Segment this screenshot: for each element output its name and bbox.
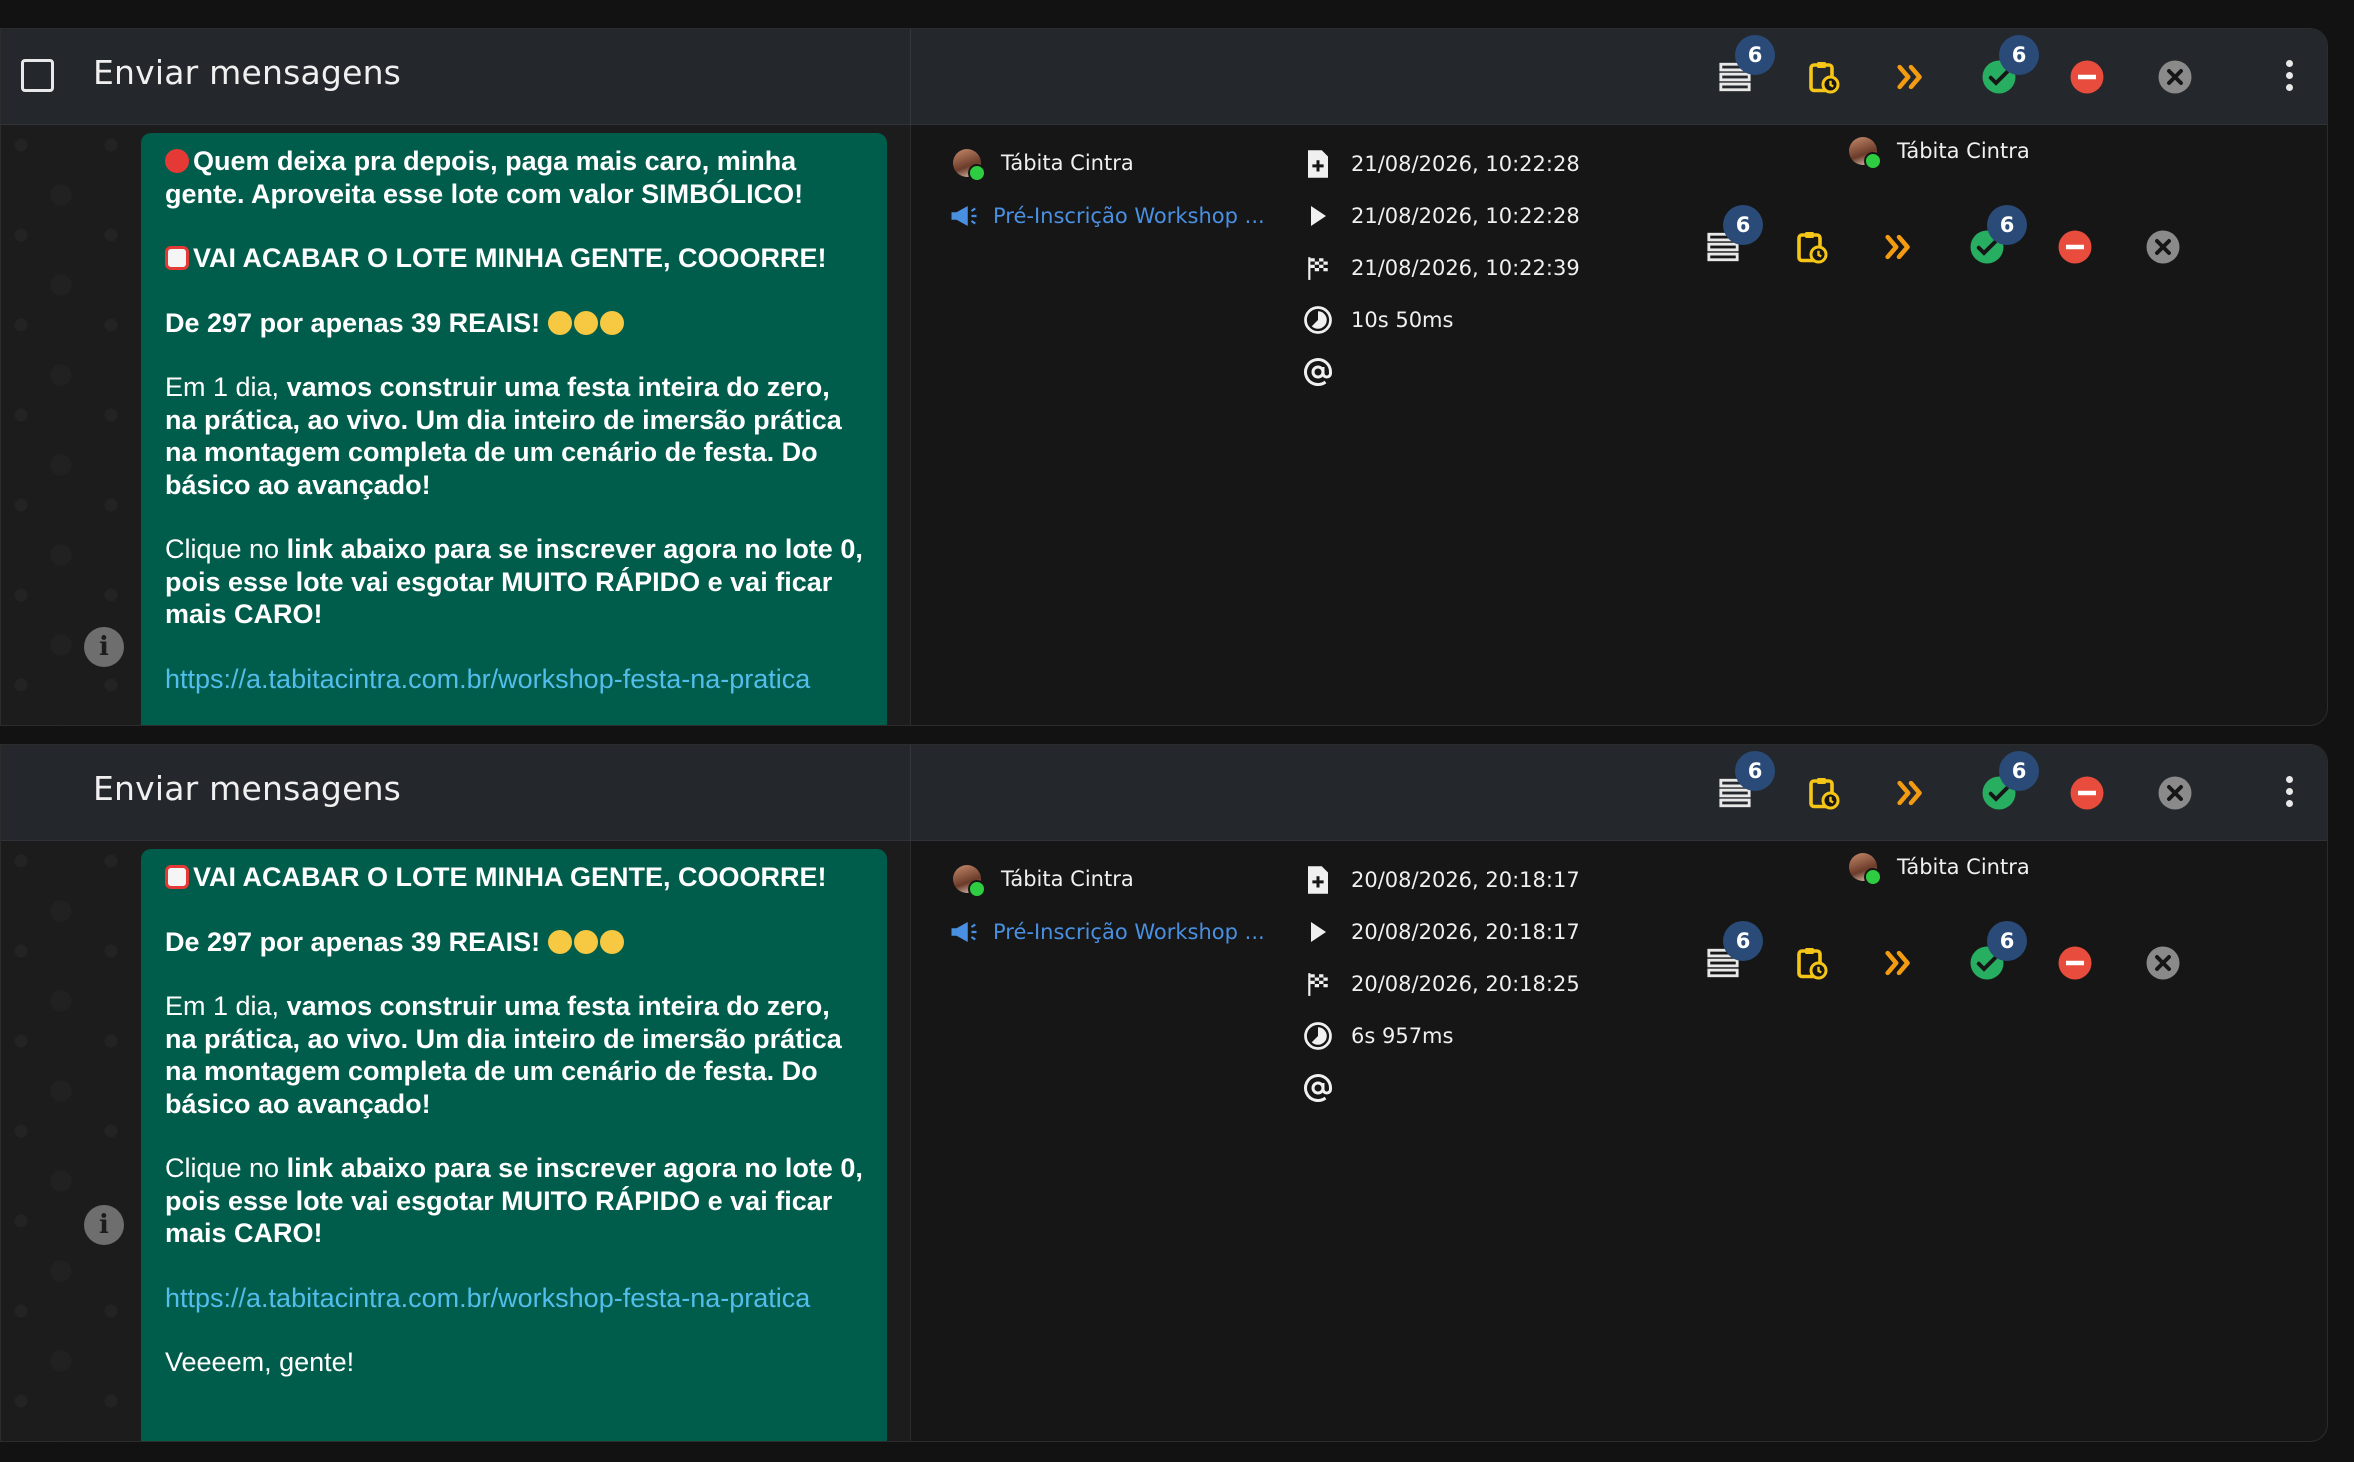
message-card: Enviar mensagens 6 6 (0, 28, 2328, 726)
success-status[interactable]: 6 (1959, 921, 2027, 991)
queue-button[interactable]: 6 (1707, 35, 1775, 105)
queue-count-badge: 6 (1723, 205, 1763, 245)
success-count-badge: 6 (1987, 205, 2027, 245)
info-icon[interactable]: i (84, 627, 124, 667)
message-text: Clique no (165, 1153, 287, 1183)
cancel-button[interactable] (2147, 765, 2203, 821)
scheduled-status[interactable] (1783, 219, 1839, 275)
success-count-badge: 6 (1999, 751, 2039, 791)
blocked-button[interactable] (2059, 765, 2115, 821)
minus-circle-icon (2058, 230, 2092, 264)
at-sign-icon (1303, 357, 1333, 387)
skip-button[interactable] (1883, 49, 1939, 105)
checkered-flag-icon (1303, 969, 1333, 999)
x-circle-icon (2158, 60, 2192, 94)
duration-value: 6s 957ms (1351, 1024, 1454, 1048)
checkered-flag-icon (1303, 253, 1333, 283)
message-text: Em 1 dia, (165, 991, 287, 1021)
success-button[interactable]: 6 (1971, 35, 2039, 105)
success-count-badge: 6 (1987, 921, 2027, 961)
status-counters: 6 6 (1, 125, 2327, 264)
timer-icon (1303, 1021, 1333, 1051)
skip-button[interactable] (1883, 765, 1939, 821)
queue-status[interactable]: 6 (1695, 205, 1763, 275)
message-line: De 297 por apenas 39 REAIS! (165, 307, 541, 338)
double-chevron-icon (1897, 64, 1922, 90)
scream-emoji (573, 310, 598, 335)
x-circle-icon (2146, 230, 2180, 264)
message-card: Enviar mensagens 6 6 (0, 744, 2328, 1442)
skip-status[interactable] (1871, 935, 1927, 991)
message-text: Clique no (165, 534, 287, 564)
message-text: Em 1 dia, (165, 372, 287, 402)
success-status[interactable]: 6 (1959, 205, 2027, 275)
x-circle-icon (2158, 776, 2192, 810)
queue-status[interactable]: 6 (1695, 921, 1763, 991)
scream-emoji (547, 310, 572, 335)
at-sign-icon (1303, 1073, 1333, 1103)
finished-row: 21/08/2026, 10:22:39 (1303, 253, 1580, 283)
siren-emoji (165, 246, 189, 270)
queue-count-badge: 6 (1735, 35, 1775, 75)
success-button[interactable]: 6 (1971, 751, 2039, 821)
duration-row: 10s 50ms (1303, 305, 1453, 335)
finished-time: 21/08/2026, 10:22:39 (1351, 256, 1580, 280)
duration-value: 10s 50ms (1351, 308, 1454, 332)
scheduled-button[interactable] (1795, 765, 1851, 821)
mention-row (1303, 1073, 1351, 1103)
duration-row: 6s 957ms (1303, 1021, 1453, 1051)
double-chevron-icon (1885, 950, 1910, 976)
queue-count-badge: 6 (1735, 751, 1775, 791)
more-vertical-icon[interactable] (2279, 771, 2299, 815)
card-header: Enviar mensagens 6 6 (1, 745, 2327, 841)
message-line: VAI ACABAR O LOTE MINHA GENTE, COOORRE! (193, 243, 827, 273)
mention-row (1303, 357, 1351, 387)
message-link[interactable]: https://a.tabitacintra.com.br/workshop-f… (165, 1283, 810, 1313)
skip-status[interactable] (1871, 219, 1927, 275)
info-icon[interactable]: i (84, 1205, 124, 1245)
finished-time: 20/08/2026, 20:18:25 (1351, 972, 1580, 996)
scheduled-status[interactable] (1783, 935, 1839, 991)
queue-button[interactable]: 6 (1707, 751, 1775, 821)
scream-emoji (599, 310, 624, 335)
finished-row: 20/08/2026, 20:18:25 (1303, 969, 1580, 999)
header-toolbar: 6 6 (1, 745, 2327, 841)
cancel-status[interactable] (2135, 935, 2191, 991)
timer-icon (1303, 305, 1333, 335)
cancel-status[interactable] (2135, 219, 2191, 275)
scheduled-button[interactable] (1795, 49, 1851, 105)
double-chevron-icon (1885, 234, 1910, 260)
scheduled-clipboard-icon (1797, 232, 1828, 264)
cancel-button[interactable] (2147, 49, 2203, 105)
x-circle-icon (2146, 946, 2180, 980)
message-link[interactable]: https://a.tabitacintra.com.br/workshop-f… (165, 664, 810, 694)
blocked-button[interactable] (2059, 49, 2115, 105)
minus-circle-icon (2070, 60, 2104, 94)
blocked-status[interactable] (2047, 219, 2103, 275)
success-count-badge: 6 (1999, 35, 2039, 75)
scheduled-clipboard-icon (1797, 948, 1828, 980)
scheduled-clipboard-icon (1809, 62, 1840, 94)
status-counters: 6 6 (1, 841, 2327, 980)
minus-circle-icon (2058, 946, 2092, 980)
card-header: Enviar mensagens 6 6 (1, 29, 2327, 125)
scheduled-clipboard-icon (1809, 778, 1840, 810)
queue-count-badge: 6 (1723, 921, 1763, 961)
message-text: Veeeem, gente! (165, 1347, 355, 1377)
message-bubble: Quem deixa pra depois, paga mais caro, m… (141, 133, 887, 725)
blocked-status[interactable] (2047, 935, 2103, 991)
header-toolbar: 6 6 (1, 29, 2327, 125)
minus-circle-icon (2070, 776, 2104, 810)
more-vertical-icon[interactable] (2279, 55, 2299, 99)
message-bubble: VAI ACABAR O LOTE MINHA GENTE, COOORRE! … (141, 849, 887, 1441)
double-chevron-icon (1897, 780, 1922, 806)
